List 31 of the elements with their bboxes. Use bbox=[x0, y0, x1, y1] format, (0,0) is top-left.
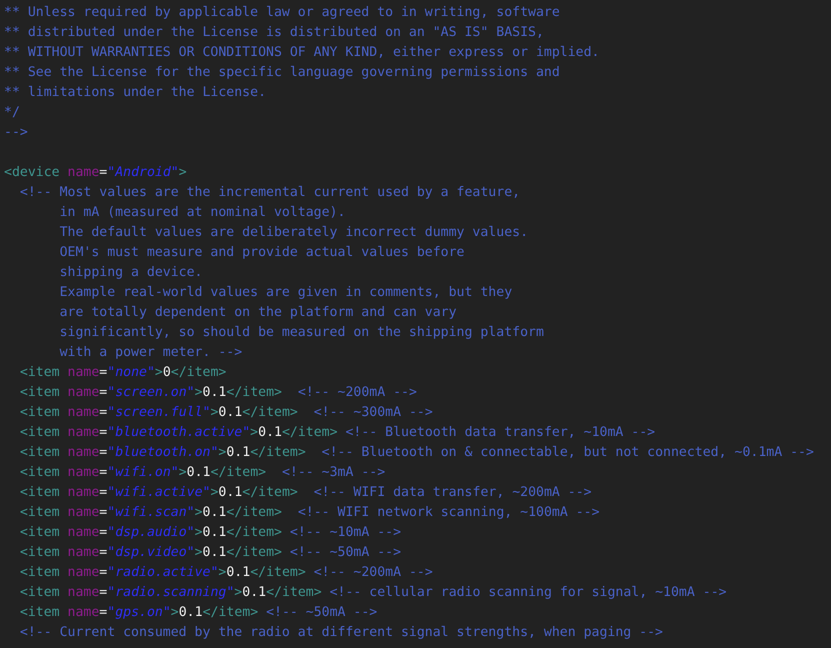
code-line: are totally dependent on the platform and can vary bbox=[58, 304, 457, 322]
code-line: ** WITHOUT WARRANTIES OR CONDITIONS OF ANY KIND, either express or implied. bbox=[4, 44, 600, 62]
code-line: */ bbox=[4, 104, 20, 122]
code-line: <item name="none">0</item> bbox=[18, 364, 226, 382]
code-line: shipping a device. bbox=[58, 264, 202, 282]
code-line: <item name="wifi.on">0.1</item> <!-- ~3mA --> bbox=[18, 464, 386, 482]
code-line: in mA (measured at nominal voltage). bbox=[58, 204, 346, 222]
code-line: <item name="bluetooth.on">0.1</item> <!-- Bluetooth on & connectable, but not connected, ~0.1mA --> bbox=[18, 444, 814, 462]
code-line: <item name="screen.on">0.1</item> <!-- ~200mA --> bbox=[18, 384, 417, 402]
code-line: Example real-world values are given in comments, but they bbox=[58, 284, 512, 302]
code-line: --> bbox=[4, 124, 28, 142]
code-line: significantly, so should be measured on the shipping platform bbox=[58, 324, 544, 342]
code-line: The default values are deliberately incorrect dummy values. bbox=[58, 224, 528, 242]
code-line: ** limitations under the License. bbox=[4, 84, 266, 102]
code-line: <item name="wifi.active">0.1</item> <!-- WIFI data transfer, ~200mA --> bbox=[18, 484, 592, 502]
code-line: <item name="radio.scanning">0.1</item> <!-- cellular radio scanning for signal, ~10mA --> bbox=[18, 584, 727, 602]
code-line: <item name="gps.on">0.1</item> <!-- ~50mA --> bbox=[18, 604, 378, 622]
code-line: <item name="dsp.video">0.1</item> <!-- ~50mA --> bbox=[18, 544, 402, 562]
code-line: <item name="dsp.audio">0.1</item> <!-- ~10mA --> bbox=[18, 524, 402, 542]
code-line: OEM's must measure and provide actual values before bbox=[58, 244, 464, 262]
code-line: ** Unless required by applicable law or agreed to in writing, software bbox=[4, 4, 560, 22]
code-line: <!-- Current consumed by the radio at different signal strengths, when paging --> bbox=[18, 624, 663, 642]
code-line: <!-- Most values are the incremental current used by a feature, bbox=[18, 184, 520, 202]
code-line: <item name="wifi.scan">0.1</item> <!-- WIFI network scanning, ~100mA --> bbox=[18, 504, 600, 522]
code-line: with a power meter. --> bbox=[58, 344, 242, 362]
code-line: ** distributed under the License is distributed on an "AS IS" BASIS, bbox=[4, 24, 544, 42]
code-line: <device name="Android"> bbox=[4, 164, 187, 182]
code-line: <item name="radio.active">0.1</item> <!-- ~200mA --> bbox=[18, 564, 433, 582]
code-line: <item name="bluetooth.active">0.1</item> <!-- Bluetooth data transfer, ~10mA --> bbox=[18, 424, 656, 442]
code-line: <item name="screen.full">0.1</item> <!-- ~300mA --> bbox=[18, 404, 433, 422]
code-line: ** See the License for the specific language governing permissions and bbox=[4, 64, 560, 82]
